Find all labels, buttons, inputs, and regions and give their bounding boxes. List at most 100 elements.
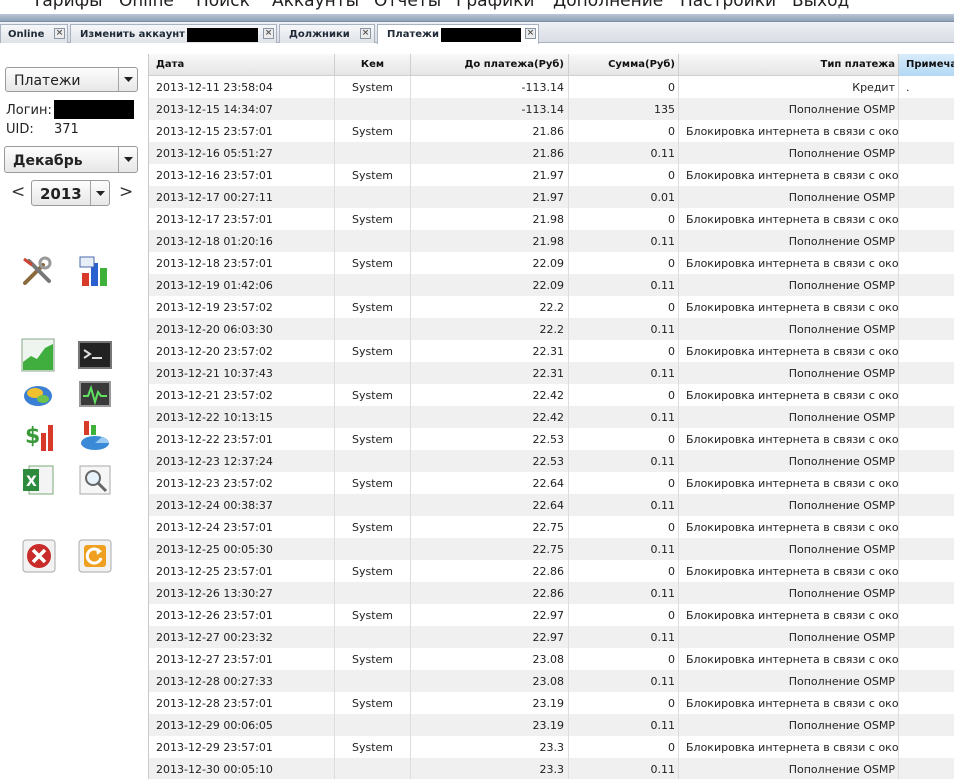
table-row[interactable]: 2013-12-16 05:51:27 21.86 0.11 Пополнение O… <box>149 142 954 164</box>
cell-by <box>335 230 411 252</box>
cell-before-payment: 22.75 <box>411 538 569 560</box>
bar-chart-icon[interactable] <box>78 255 112 289</box>
table-row[interactable]: 2013-12-25 00:05:30 22.75 0.11 Пополнение O… <box>149 538 954 560</box>
menu-item-settings[interactable]: Настройки <box>680 0 776 11</box>
column-header-by[interactable]: Кем <box>335 54 411 76</box>
table-row[interactable]: 2013-12-20 23:57:02 System 22.31 0 Блокировк… <box>149 340 954 362</box>
table-row[interactable]: 2013-12-15 23:57:01 System 21.86 0 Блокировк… <box>149 120 954 142</box>
table-row[interactable]: 2013-12-26 23:57:01 System 22.97 0 Блокировк… <box>149 604 954 626</box>
next-year-button[interactable]: > <box>119 182 133 202</box>
month-select[interactable]: Декабрь <box>4 146 138 173</box>
menu-item-accounts[interactable]: Аккаунты <box>272 0 359 11</box>
search-icon[interactable] <box>78 463 112 497</box>
cell-note: . <box>906 81 910 94</box>
column-header-date[interactable]: Дата <box>149 54 335 76</box>
menu-item-online[interactable]: Online <box>119 0 174 11</box>
prev-year-button[interactable]: < <box>11 182 25 202</box>
left-panel: Платежи Логин: UID: 371 Декабрь < 2013 > <box>0 43 148 779</box>
cell-before-payment: 23.08 <box>411 670 569 692</box>
table-row[interactable]: 2013-12-29 23:57:01 System 23.3 0 Блокировка… <box>149 736 954 758</box>
chevron-down-icon <box>118 147 137 172</box>
cell-amount: 0.11 <box>569 142 679 164</box>
table-row[interactable]: 2013-12-21 10:37:43 22.31 0.11 Пополнение O… <box>149 362 954 384</box>
table-row[interactable]: 2013-12-16 23:57:01 System 21.97 0 Блокировк… <box>149 164 954 186</box>
money-chart-icon[interactable]: $ <box>21 419 55 453</box>
cell-amount: 0 <box>569 692 679 714</box>
line-chart-icon[interactable] <box>21 338 55 372</box>
table-row[interactable]: 2013-12-23 12:37:24 22.53 0.11 Пополнение O… <box>149 450 954 472</box>
column-header-note[interactable]: Примеча <box>899 54 954 76</box>
tab-edit-account[interactable]: Изменить аккаунт × <box>70 24 277 43</box>
menu-item-extras[interactable]: Дополнение <box>553 0 663 11</box>
table-row[interactable]: 2013-12-24 00:38:37 22.64 0.11 Пополнение O… <box>149 494 954 516</box>
table-row[interactable]: 2013-12-20 06:03:30 22.2 0.11 Пополнение OS… <box>149 318 954 340</box>
menu-item-charts[interactable]: Графики <box>456 0 534 11</box>
close-icon[interactable]: × <box>525 28 536 39</box>
pie-chart-icon[interactable] <box>78 419 112 453</box>
menu-item-search[interactable]: Поиск <box>196 0 250 11</box>
report-select[interactable]: Платежи <box>5 67 138 92</box>
close-icon[interactable] <box>22 539 56 573</box>
tab-online[interactable]: Online × <box>0 24 68 43</box>
tab-label: Платежи <box>387 29 439 40</box>
menu-item-tariffs[interactable]: Тарифы <box>32 0 103 11</box>
monitor-icon[interactable] <box>78 378 112 412</box>
table-row[interactable]: 2013-12-21 23:57:02 System 22.42 0 Блокировк… <box>149 384 954 406</box>
table-row[interactable]: 2013-12-28 00:27:33 23.08 0.11 Пополнение O… <box>149 670 954 692</box>
table-row[interactable]: 2013-12-22 10:13:15 22.42 0.11 Пополнение O… <box>149 406 954 428</box>
cell-amount: 0 <box>569 164 679 186</box>
column-header-payment-type[interactable]: Тип платежа <box>679 54 899 76</box>
cell-date: 2013-12-20 23:57:02 <box>149 340 335 362</box>
table-row[interactable]: 2013-12-17 00:27:11 21.97 0.01 Пополнение O… <box>149 186 954 208</box>
table-row[interactable]: 2013-12-18 01:20:16 21.98 0.11 Пополнение O… <box>149 230 954 252</box>
tab-label: Должники <box>289 29 350 40</box>
close-icon[interactable]: × <box>360 28 371 39</box>
main-menu: Тарифы Online Поиск Аккаунты Отчеты Граф… <box>0 0 954 14</box>
table-row[interactable]: 2013-12-27 00:23:32 22.97 0.11 Пополнение O… <box>149 626 954 648</box>
cell-date: 2013-12-15 23:57:01 <box>149 120 335 142</box>
cell-by <box>335 626 411 648</box>
table-row[interactable]: 2013-12-29 00:06:05 23.19 0.11 Пополнение O… <box>149 714 954 736</box>
cell-date: 2013-12-16 05:51:27 <box>149 142 335 164</box>
year-select[interactable]: 2013 <box>31 180 110 206</box>
close-icon[interactable]: × <box>54 28 65 39</box>
table-row[interactable]: 2013-12-11 23:58:04 System -113.14 0 Кредит. <box>149 76 954 98</box>
network-icon[interactable] <box>21 378 55 412</box>
menu-item-reports[interactable]: Отчеты <box>374 0 441 11</box>
table-row[interactable]: 2013-12-26 13:30:27 22.86 0.11 Пополнение O… <box>149 582 954 604</box>
table-row[interactable]: 2013-12-17 23:57:01 System 21.98 0 Блокировк… <box>149 208 954 230</box>
cell-amount: 0 <box>569 428 679 450</box>
refresh-icon[interactable] <box>78 539 112 573</box>
table-row[interactable]: 2013-12-18 23:57:01 System 22.09 0 Блокировк… <box>149 252 954 274</box>
login-label: Логин: <box>6 103 52 118</box>
table-row[interactable]: 2013-12-19 01:42:06 22.09 0.11 Пополнение O… <box>149 274 954 296</box>
column-header-before-payment[interactable]: До платежа(Руб) <box>411 54 569 76</box>
cell-payment-type: Кредит <box>679 76 899 98</box>
close-icon[interactable]: × <box>263 28 274 39</box>
table-row[interactable]: 2013-12-27 23:57:01 System 23.08 0 Блокировк… <box>149 648 954 670</box>
excel-icon[interactable]: X <box>21 463 55 497</box>
table-row[interactable]: 2013-12-19 23:57:02 System 22.2 0 Блокировка… <box>149 296 954 318</box>
column-header-amount[interactable]: Сумма(Руб) <box>569 54 679 76</box>
cell-by <box>335 362 411 384</box>
tab-payments[interactable]: Платежи × <box>377 24 539 44</box>
table-row[interactable]: 2013-12-30 00:05:10 23.3 0.11 Пополнение OS… <box>149 758 954 779</box>
cell-amount: 0 <box>569 384 679 406</box>
table-row[interactable]: 2013-12-15 14:34:07 -113.14 135 Пополнение … <box>149 98 954 120</box>
cell-before-payment: 22.97 <box>411 604 569 626</box>
cell-date: 2013-12-17 00:27:11 <box>149 186 335 208</box>
cell-before-payment: 21.86 <box>411 142 569 164</box>
cell-payment-type: Пополнение OSMP <box>679 714 899 736</box>
tab-debtors[interactable]: Должники × <box>279 24 375 43</box>
tools-icon[interactable] <box>21 255 55 289</box>
table-row[interactable]: 2013-12-28 23:57:01 System 23.19 0 Блокировк… <box>149 692 954 714</box>
terminal-icon[interactable] <box>78 338 112 372</box>
cell-by <box>335 670 411 692</box>
table-row[interactable]: 2013-12-22 23:57:01 System 22.53 0 Блокировк… <box>149 428 954 450</box>
menu-item-exit[interactable]: Выход <box>792 0 849 11</box>
table-row[interactable]: 2013-12-23 23:57:02 System 22.64 0 Блокировк… <box>149 472 954 494</box>
cell-before-payment: 22.86 <box>411 560 569 582</box>
table-row[interactable]: 2013-12-24 23:57:01 System 22.75 0 Блокировк… <box>149 516 954 538</box>
table-row[interactable]: 2013-12-25 23:57:01 System 22.86 0 Блокировк… <box>149 560 954 582</box>
redacted-account <box>441 28 521 42</box>
